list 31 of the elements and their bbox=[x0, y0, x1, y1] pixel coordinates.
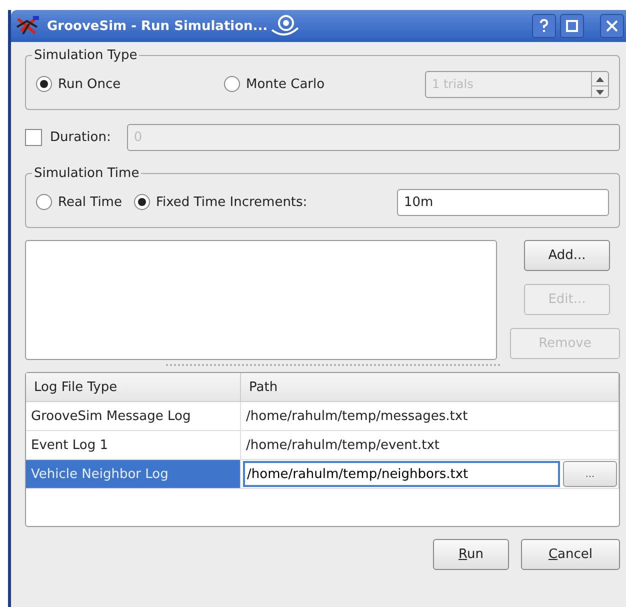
maximize-icon bbox=[566, 20, 578, 32]
side-button[interactable]: Add... bbox=[524, 240, 610, 271]
radio-button[interactable]: Real Time bbox=[36, 194, 122, 210]
close-button[interactable] bbox=[600, 14, 624, 38]
table-cell: /home/rahulm/temp/messages.txt bbox=[241, 402, 619, 430]
group-title: Simulation Type bbox=[33, 48, 138, 63]
table-cell: GrooveSim Message Log bbox=[26, 402, 241, 430]
table-row[interactable]: Vehicle Neighbor Log /home/rahulm/temp/neighbors.txt ... bbox=[26, 460, 619, 489]
path-field[interactable]: /home/rahulm/temp/neighbors.txt bbox=[243, 461, 560, 487]
browse-button[interactable]: ... bbox=[563, 461, 617, 487]
help-icon bbox=[538, 19, 550, 33]
radio-button[interactable]: Run Once bbox=[36, 76, 212, 92]
radio-button[interactable]: Monte Carlo bbox=[224, 76, 390, 92]
radio-button[interactable]: Fixed Time Increments: bbox=[134, 194, 308, 210]
table-row[interactable]: GrooveSim Message Log /home/rahulm/temp/messages.txt bbox=[26, 402, 619, 431]
duration-label: Duration: bbox=[50, 130, 111, 144]
window-title: GrooveSim - Run Simulation... bbox=[47, 18, 268, 34]
column-header[interactable]: Path bbox=[241, 373, 619, 401]
help-button[interactable] bbox=[532, 14, 556, 38]
column-header[interactable]: Log File Type bbox=[26, 373, 241, 401]
dialog-button[interactable]: Run bbox=[433, 539, 509, 570]
list-box[interactable] bbox=[25, 240, 497, 360]
time-increment-field[interactable]: 10m bbox=[397, 188, 609, 216]
dialog-button[interactable]: Cancel bbox=[521, 539, 620, 570]
table-cell: /home/rahulm/temp/event.txt bbox=[241, 431, 619, 459]
table-cell: Event Log 1 bbox=[26, 431, 241, 459]
app-icon bbox=[15, 15, 41, 37]
table-cell: Vehicle Neighbor Log bbox=[26, 460, 241, 488]
maximize-button[interactable] bbox=[560, 14, 584, 38]
close-icon bbox=[606, 20, 618, 32]
group-title: Simulation Time bbox=[33, 166, 140, 181]
